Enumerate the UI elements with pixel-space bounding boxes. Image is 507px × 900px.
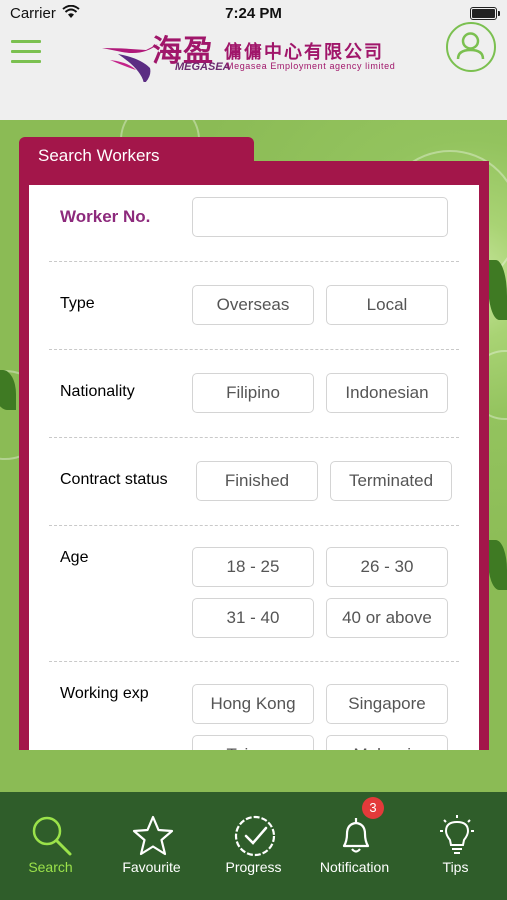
type-overseas-button[interactable]: Overseas — [192, 285, 314, 325]
exp-malaysia-button[interactable]: Malaysia — [326, 735, 448, 750]
worker-no-label: Worker No. — [60, 207, 151, 226]
divider — [49, 661, 459, 662]
divider — [49, 349, 459, 350]
age-26-30-button[interactable]: 26 - 30 — [326, 547, 448, 587]
age-18-25-button[interactable]: 18 - 25 — [192, 547, 314, 587]
profile-button[interactable] — [446, 22, 496, 72]
star-icon — [132, 815, 174, 856]
contract-terminated-button[interactable]: Terminated — [330, 461, 452, 501]
brand-english-name: MEGASEA — [175, 61, 231, 73]
search-workers-tab: Search Workers — [19, 137, 254, 173]
leaf-decoration — [488, 540, 507, 590]
app-header: 海盈 MEGASEA 傭傭中心有限公司 Megasea Employment a… — [0, 22, 507, 120]
user-icon — [456, 32, 485, 60]
search-icon — [32, 816, 72, 856]
tab-search[interactable]: Search — [0, 792, 101, 900]
exp-singapore-button[interactable]: Singapore — [326, 684, 448, 724]
nationality-filipino-button[interactable]: Filipino — [192, 373, 314, 413]
tab-favourite[interactable]: Favourite — [101, 792, 202, 900]
lightbulb-icon — [440, 815, 474, 854]
divider — [49, 525, 459, 526]
company-english-name: Megasea Employment agency limited — [226, 61, 396, 71]
notification-badge: 3 — [362, 797, 384, 819]
tab-tips[interactable]: Tips — [405, 792, 506, 900]
exp-taiwan-button[interactable]: Taiwan — [192, 735, 314, 750]
tab-progress-label: Progress — [225, 859, 282, 875]
bell-icon — [342, 818, 370, 853]
search-form: Worker No. Type Overseas Local Nationali… — [29, 185, 479, 750]
battery-icon — [470, 7, 500, 20]
leaf-decoration — [488, 260, 507, 320]
age-31-40-button[interactable]: 31 - 40 — [192, 598, 314, 638]
menu-bar-icon — [11, 60, 41, 63]
tab-notification[interactable]: 3 Notification — [304, 792, 405, 900]
age-40-above-button[interactable]: 40 or above — [326, 598, 448, 638]
menu-button[interactable] — [11, 40, 41, 64]
tab-search-label: Search — [28, 859, 73, 875]
divider — [49, 261, 459, 262]
company-logo: 海盈 MEGASEA 傭傭中心有限公司 Megasea Employment a… — [100, 26, 420, 88]
tab-progress[interactable]: Progress — [203, 792, 304, 900]
check-circle-icon — [234, 815, 276, 857]
nationality-indonesian-button[interactable]: Indonesian — [326, 373, 448, 413]
bottom-navigation: Search Favourite Progress 3 Notification — [0, 792, 507, 900]
status-bar: Carrier 7:24 PM — [0, 0, 507, 26]
tab-tips-label: Tips — [442, 859, 469, 875]
clock: 7:24 PM — [225, 5, 282, 22]
type-local-button[interactable]: Local — [326, 285, 448, 325]
bird-logo-icon — [102, 44, 158, 82]
tab-notification-label: Notification — [319, 859, 390, 875]
menu-bar-icon — [11, 50, 41, 53]
worker-no-input[interactable] — [192, 197, 448, 237]
divider — [49, 437, 459, 438]
menu-bar-icon — [11, 40, 41, 43]
contract-finished-button[interactable]: Finished — [196, 461, 318, 501]
exp-hong-kong-button[interactable]: Hong Kong — [192, 684, 314, 724]
tab-favourite-label: Favourite — [122, 859, 181, 875]
